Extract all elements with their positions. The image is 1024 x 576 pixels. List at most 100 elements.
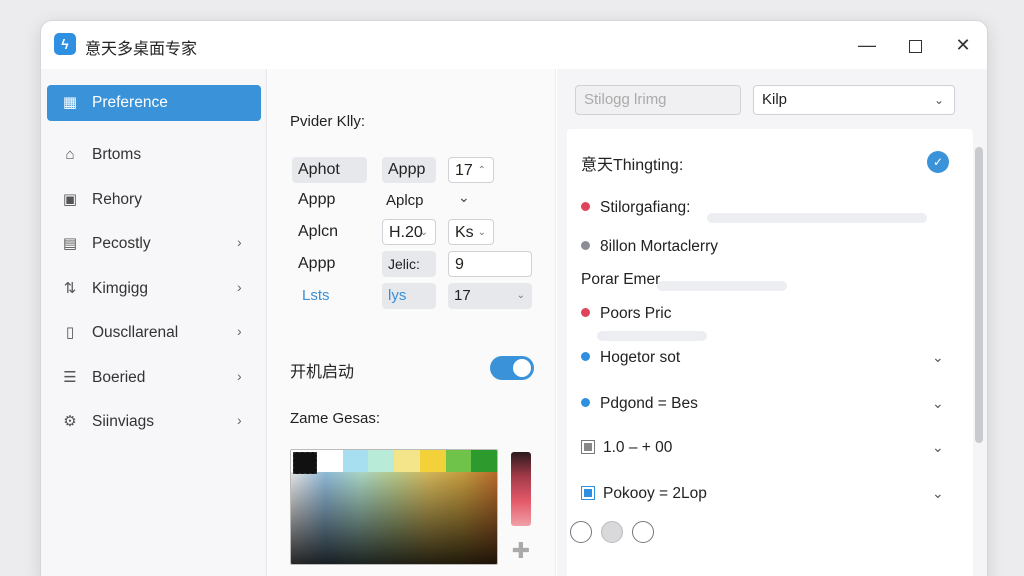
sidebar-item-label: Pecostly <box>92 235 151 252</box>
color-swatch[interactable] <box>368 450 394 472</box>
list-item[interactable]: 1.0 – + 00 <box>581 439 672 457</box>
status-dot <box>581 308 590 318</box>
chevron-right-icon: › <box>237 323 242 339</box>
option-chip[interactable]: Appp <box>382 157 436 183</box>
option-chip[interactable]: lys <box>382 283 436 309</box>
radio-option[interactable] <box>632 521 654 543</box>
chevron-down-icon[interactable]: ⌄ <box>932 485 944 502</box>
status-dot <box>581 352 590 362</box>
list-item[interactable]: Hogetor sot <box>581 349 680 367</box>
radio-option[interactable] <box>601 521 623 543</box>
chevron-down-icon[interactable]: ⌄ <box>458 189 470 206</box>
chevron-right-icon: › <box>237 368 242 384</box>
scrollbar[interactable] <box>975 147 983 443</box>
sidebar-item-rehory[interactable]: ▣ Rehory <box>47 182 261 218</box>
settings-card: 意天Thingting: ✓ Stilorgafiang: 8illon Mor… <box>567 129 973 576</box>
chevron-down-icon: ⌃ <box>477 165 486 176</box>
option-select[interactable]: Ks ⌄ <box>448 219 494 245</box>
color-swatch[interactable] <box>419 450 446 472</box>
hue-slider[interactable] <box>511 452 531 526</box>
status-dot <box>581 398 590 408</box>
sidebar-item-ouscllarenal[interactable]: ▯ Ouscllarenal › <box>47 315 261 351</box>
chevron-down-icon: ⌄ <box>933 93 944 107</box>
list-item[interactable]: Stilorgafiang: <box>581 199 690 217</box>
color-swatch[interactable] <box>445 450 472 472</box>
home-icon: ⌂ <box>65 146 75 163</box>
color-swatch[interactable] <box>316 450 343 472</box>
row-label: Poors Pric <box>600 305 672 322</box>
sidebar-item-label: Boeried <box>92 369 146 386</box>
sidebar-item-siinviags[interactable]: ⚙ Siinviags › <box>47 404 261 440</box>
chevron-down-icon[interactable]: ⌄ <box>932 439 944 456</box>
minimize-button[interactable]: — <box>853 31 881 59</box>
checkbox[interactable] <box>581 439 595 454</box>
row-label: 1.0 – + 00 <box>603 439 673 456</box>
search-input[interactable]: Stilogg lrimg <box>575 85 741 115</box>
sidebar-item-pecostly[interactable]: ▤ Pecostly › <box>47 226 261 262</box>
select-value: H.20 <box>389 224 423 241</box>
sidebar-item-label: Rehory <box>92 191 142 208</box>
settings-panel: Pvider Klly: Aphot Appp 17 ⌃ Appp Aplcp ⌄… <box>268 69 556 576</box>
mode-select[interactable]: Kilp ⌄ <box>753 85 955 115</box>
color-swatch[interactable] <box>471 450 497 472</box>
chevron-down-icon: ⌄ <box>419 227 428 238</box>
status-dot <box>581 241 590 251</box>
sidebar-item-boeried[interactable]: ☰ Boeried › <box>47 360 261 396</box>
sidebar-item-label: Kimgigg <box>92 280 148 297</box>
color-gradient-field[interactable] <box>291 472 497 564</box>
number-select[interactable]: 17 ⌄ <box>448 283 532 309</box>
value-input[interactable]: 9 <box>448 251 532 277</box>
title-bar: ϟ 意天多桌面专家 — ✕ <box>41 21 987 69</box>
select-value: 17 <box>455 162 473 179</box>
lightning-icon: ϟ <box>54 33 76 55</box>
number-select[interactable]: 17 ⌃ <box>448 157 494 183</box>
sidebar-item-brtoms[interactable]: ⌂ Brtoms <box>47 137 261 173</box>
add-color-icon[interactable]: ✚ <box>511 540 531 562</box>
lists-link[interactable]: Lsts <box>302 287 330 304</box>
status-dot <box>581 202 590 212</box>
details-panel: Stilogg lrimg Kilp ⌄ 意天Thingting: ✓ Stilo… <box>557 69 987 576</box>
placeholder-line <box>597 331 707 341</box>
sidebar-item-label: Preference <box>92 94 168 111</box>
option-label: Appp <box>298 255 336 272</box>
sidebar-item-label: Ouscllarenal <box>92 324 179 341</box>
section-title: 意天Thingting: <box>581 157 684 174</box>
checkbox[interactable] <box>581 485 595 500</box>
grid-icon: ▦ <box>62 94 78 111</box>
option-select[interactable]: H.20 ⌄ <box>382 219 436 245</box>
chevron-down-icon: ⌄ <box>516 290 525 301</box>
option-label: Aplcp <box>386 192 424 209</box>
list-item[interactable]: Pdgond = Bes <box>581 395 698 413</box>
option-chip[interactable]: Jelic: <box>382 251 436 277</box>
chevron-right-icon: › <box>237 234 242 250</box>
sidebar-item-kimgigg[interactable]: ⇅ Kimgigg › <box>47 271 261 307</box>
sidebar-item-preference[interactable]: ▦ Preference <box>47 85 261 121</box>
select-value: 17 <box>454 287 471 304</box>
startup-toggle[interactable] <box>490 356 534 380</box>
close-button[interactable]: ✕ <box>949 31 977 59</box>
row-label: Pdgond = Bes <box>600 395 698 412</box>
gear-icon: ⚙ <box>63 413 77 430</box>
calendar-icon: ▣ <box>62 191 78 208</box>
sliders-icon: ⇅ <box>63 280 77 297</box>
chevron-down-icon[interactable]: ⌄ <box>932 395 944 412</box>
placeholder-line <box>707 213 927 223</box>
row-label: Pokooy = 2Lop <box>603 485 707 502</box>
list-item[interactable]: Poors Pric <box>581 305 672 323</box>
check-icon[interactable]: ✓ <box>927 151 949 173</box>
radio-option[interactable] <box>570 521 592 543</box>
maximize-button[interactable] <box>901 31 929 59</box>
box-icon: ▤ <box>62 235 78 252</box>
placeholder-line <box>657 281 787 291</box>
option-chip[interactable]: Aphot <box>292 157 367 183</box>
list-item[interactable]: 8illon Mortaclerry <box>581 238 718 256</box>
chevron-down-icon[interactable]: ⌄ <box>932 349 944 366</box>
section-heading: Pvider Klly: <box>290 113 366 130</box>
color-swatch[interactable] <box>342 450 369 472</box>
row-label: Hogetor sot <box>600 349 681 366</box>
list-item[interactable]: Pokooy = 2Lop <box>581 485 707 503</box>
document-icon: ▯ <box>65 324 75 341</box>
maximize-icon <box>908 39 922 53</box>
color-palette[interactable] <box>290 449 498 565</box>
color-swatch[interactable] <box>394 450 420 472</box>
